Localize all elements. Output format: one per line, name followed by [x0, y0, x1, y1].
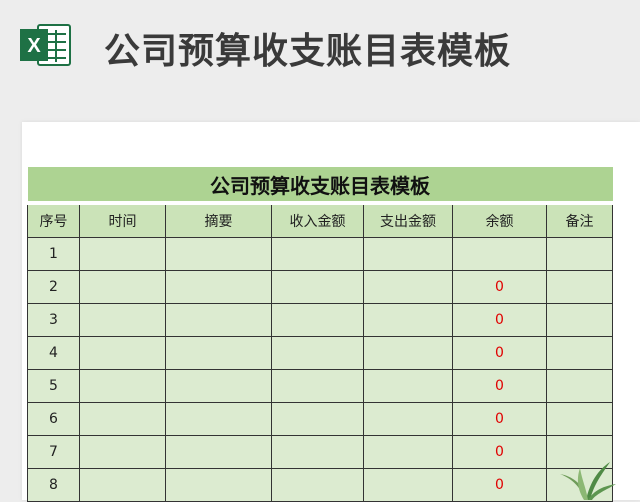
- cell-expense[interactable]: [363, 335, 453, 370]
- cell-balance[interactable]: 0: [452, 269, 547, 304]
- cell-summary[interactable]: [165, 335, 272, 370]
- budget-table: 公司预算收支账目表模板 序号 时间 摘要 收入金额 支出金额 余额 备注 120…: [27, 167, 613, 502]
- cell-expense[interactable]: [363, 302, 453, 337]
- cell-balance[interactable]: [452, 236, 547, 271]
- cell-income[interactable]: [271, 269, 364, 304]
- cell-summary[interactable]: [165, 467, 272, 502]
- column-header: 余额: [452, 202, 547, 238]
- cell-expense[interactable]: [363, 401, 453, 436]
- cell-expense[interactable]: [363, 467, 453, 502]
- cell-summary[interactable]: [165, 269, 272, 304]
- cell-income[interactable]: [271, 335, 364, 370]
- cell-balance[interactable]: 0: [452, 302, 547, 337]
- cell-balance[interactable]: 0: [452, 401, 547, 436]
- table-header-row: 序号 时间 摘要 收入金额 支出金额 余额 备注: [27, 202, 613, 238]
- cell-expense[interactable]: [363, 269, 453, 304]
- cell-index[interactable]: 8: [27, 467, 80, 502]
- table-row: 80: [27, 467, 613, 502]
- column-header: 序号: [27, 202, 80, 238]
- cell-time[interactable]: [79, 467, 166, 502]
- cell-time[interactable]: [79, 302, 166, 337]
- cell-index[interactable]: 4: [27, 335, 80, 370]
- page-header: X 公司预算收支账目表模板: [0, 0, 640, 100]
- cell-index[interactable]: 5: [27, 368, 80, 403]
- column-header: 支出金额: [363, 202, 453, 238]
- cell-note[interactable]: [546, 236, 613, 271]
- excel-icon: X: [20, 24, 71, 66]
- column-header: 时间: [79, 202, 166, 238]
- table-row: 40: [27, 335, 613, 370]
- cell-time[interactable]: [79, 368, 166, 403]
- cell-expense[interactable]: [363, 368, 453, 403]
- cell-income[interactable]: [271, 401, 364, 436]
- cell-income[interactable]: [271, 368, 364, 403]
- cell-summary[interactable]: [165, 302, 272, 337]
- svg-text:X: X: [27, 35, 41, 57]
- cell-index[interactable]: 2: [27, 269, 80, 304]
- table-row: 30: [27, 302, 613, 337]
- cell-time[interactable]: [79, 269, 166, 304]
- cell-summary[interactable]: [165, 401, 272, 436]
- cell-note[interactable]: [546, 269, 613, 304]
- cell-income[interactable]: [271, 236, 364, 271]
- cell-index[interactable]: 7: [27, 434, 80, 469]
- cell-summary[interactable]: [165, 368, 272, 403]
- cell-summary[interactable]: [165, 236, 272, 271]
- cell-balance[interactable]: 0: [452, 368, 547, 403]
- page-title: 公司预算收支账目表模板: [104, 31, 512, 72]
- cell-income[interactable]: [271, 302, 364, 337]
- cell-time[interactable]: [79, 335, 166, 370]
- table-row: 1: [27, 236, 613, 271]
- cell-balance[interactable]: 0: [452, 335, 547, 370]
- column-header: 备注: [546, 202, 613, 238]
- cell-time[interactable]: [79, 434, 166, 469]
- column-header: 摘要: [165, 202, 272, 238]
- cell-time[interactable]: [79, 236, 166, 271]
- table-title: 公司预算收支账目表模板: [27, 167, 613, 205]
- table-row: 70: [27, 434, 613, 469]
- cell-expense[interactable]: [363, 434, 453, 469]
- cell-index[interactable]: 1: [27, 236, 80, 271]
- cell-time[interactable]: [79, 401, 166, 436]
- cell-income[interactable]: [271, 434, 364, 469]
- table-row: 60: [27, 401, 613, 436]
- cell-balance[interactable]: 0: [452, 467, 547, 502]
- cell-balance[interactable]: 0: [452, 434, 547, 469]
- cell-index[interactable]: 6: [27, 401, 80, 436]
- cell-note[interactable]: [546, 368, 613, 403]
- column-header: 收入金额: [271, 202, 364, 238]
- table-row: 50: [27, 368, 613, 403]
- cell-note[interactable]: [546, 401, 613, 436]
- plant-decoration: [560, 462, 616, 500]
- cell-summary[interactable]: [165, 434, 272, 469]
- cell-income[interactable]: [271, 467, 364, 502]
- cell-expense[interactable]: [363, 236, 453, 271]
- cell-index[interactable]: 3: [27, 302, 80, 337]
- table-row: 20: [27, 269, 613, 304]
- cell-note[interactable]: [546, 335, 613, 370]
- cell-note[interactable]: [546, 302, 613, 337]
